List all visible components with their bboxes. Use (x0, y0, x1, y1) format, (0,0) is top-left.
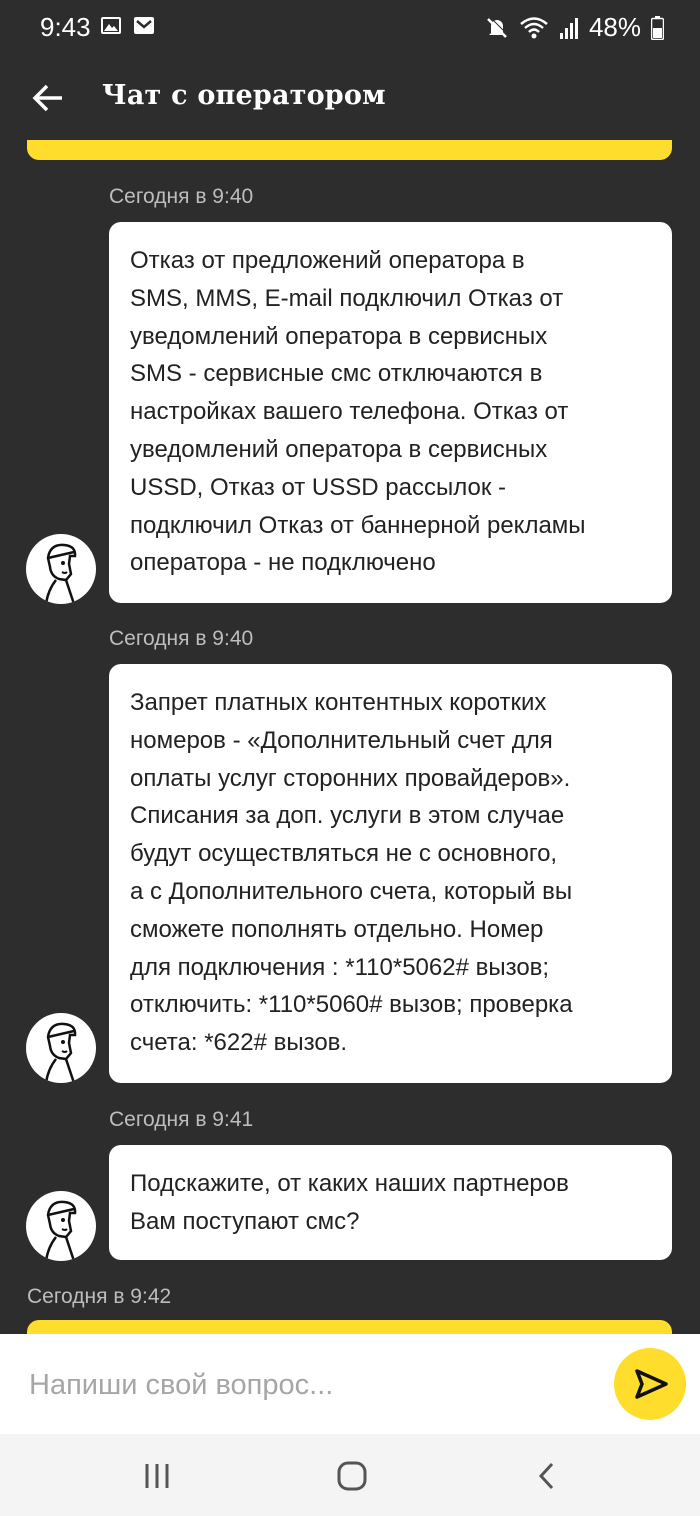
operator-message-bubble: Отказ от предложений оператора в SMS, MM… (109, 222, 672, 603)
message-timestamp: Сегодня в 9:40 (109, 185, 254, 208)
system-nav-bar (0, 1434, 700, 1516)
message-timestamp: Сегодня в 9:41 (109, 1108, 254, 1131)
battery-icon (651, 15, 664, 40)
message-input[interactable] (27, 1358, 591, 1412)
operator-avatar (26, 534, 96, 604)
operator-message-bubble: Подскажите, от каких наших партнеров Вам… (109, 1145, 672, 1260)
app-header: Чат с оператором (0, 56, 700, 144)
wifi-icon (520, 16, 548, 38)
message-timestamp: Сегодня в 9:40 (109, 627, 254, 650)
operator-avatar (26, 1013, 96, 1083)
image-icon (101, 17, 121, 34)
status-bar: 9:43 48% (0, 0, 700, 56)
recent-apps-icon[interactable] (137, 1456, 177, 1496)
nav-back-icon[interactable] (528, 1456, 568, 1496)
status-time: 9:43 (40, 12, 91, 42)
send-button[interactable] (614, 1348, 686, 1420)
mail-icon (134, 17, 154, 34)
user-message-bubble-partial (27, 140, 672, 160)
operator-avatar (26, 1191, 96, 1261)
battery-percent: 48% (588, 12, 641, 42)
send-icon (635, 1369, 668, 1399)
home-icon[interactable] (332, 1456, 372, 1496)
message-composer (0, 1334, 700, 1434)
signal-icon (559, 17, 578, 39)
message-timestamp: Сегодня в 9:42 (27, 1285, 172, 1308)
page-title: Чат с оператором (102, 80, 386, 111)
operator-message-bubble: Запрет платных контентных коротких номер… (109, 664, 672, 1083)
mute-icon (487, 16, 509, 38)
back-arrow-icon[interactable] (28, 78, 68, 118)
